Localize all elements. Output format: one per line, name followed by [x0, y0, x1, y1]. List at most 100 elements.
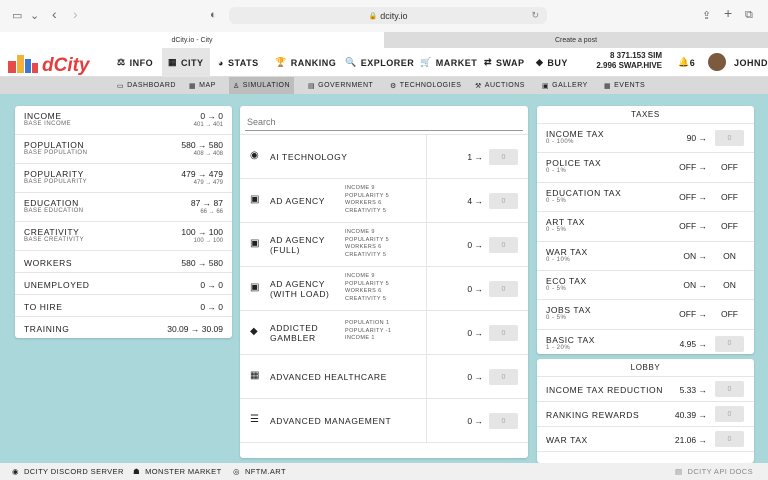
sub-nav: ▭ DASHBOARD ▦ MAP ♙ SIMULATION ▤ GOVERNMENT … — [0, 77, 768, 94]
subnav-government[interactable]: ▤ GOVERNMENT — [304, 77, 377, 94]
tax-toggle[interactable]: OFF — [715, 159, 744, 175]
tech-row[interactable]: ▣ AD AGENCY (WITH LOAD) INCOME 9 POPULARITY … — [240, 267, 528, 311]
nav-swap[interactable]: ⇄ SWAP — [478, 48, 531, 77]
tax-value: ON → — [683, 250, 707, 261]
subnav-simulation[interactable]: ♙ SIMULATION — [229, 77, 295, 94]
share-icon[interactable]: ⇪ — [702, 9, 711, 22]
notifications[interactable]: 🔔 6 — [672, 48, 701, 77]
tech-row[interactable]: ▦ ADVANCED HEALTHCARE 0 → 0 — [240, 355, 528, 399]
lobby-input[interactable]: 0 — [715, 431, 744, 447]
tech-name-line: AD AGENCY — [270, 196, 325, 206]
stat-row: WORKERS 580 → 580 — [15, 251, 232, 273]
tax-value: OFF → — [679, 162, 707, 173]
subnav-auctions[interactable]: ⚒ AUCTIONS — [471, 77, 529, 94]
nav-label: MARKET — [435, 57, 478, 68]
tech-input[interactable]: 0 — [489, 149, 518, 165]
nav-explorer[interactable]: 🔍 EXPLORER — [339, 48, 420, 77]
tax-input[interactable]: 0 — [715, 335, 744, 352]
tech-row[interactable]: ▣ AD AGENCY INCOME 9 POPULARITY 5 WORKERS 6C… — [240, 179, 528, 223]
tab-active[interactable]: dCity.io - City — [0, 32, 384, 48]
image-icon: ▣ — [542, 82, 550, 90]
stat-value: 0 → 0 — [200, 111, 223, 121]
lobby-list: INCOME TAX REDUCTION 5.33 → 0 RANKING REWAR… — [537, 377, 754, 452]
subnav-technologies[interactable]: ⚙ TECHNOLOGIES — [386, 77, 465, 94]
tech-row[interactable]: ☰ ADVANCED MANAGEMENT 0 → 0 — [240, 399, 528, 443]
shield-icon[interactable]: ◐ — [210, 9, 217, 21]
browser-toolbar: ▭ ⌄ ‹ › ◐ 🔒 dcity.io ↻ ⇪ + ⧉ — [0, 0, 768, 32]
tech-row[interactable]: ▣ AD AGENCY (FULL) INCOME 9 POPULARITY 5 WORK… — [240, 223, 528, 267]
tech-stat: WORKERS 6 — [345, 288, 382, 294]
tech-stat: POPULARITY -1 — [345, 327, 392, 334]
footer-discord[interactable]: ◉ DCITY DISCORD SERVER — [12, 463, 124, 480]
nav-ranking[interactable]: 🏆 RANKING — [269, 48, 342, 77]
tax-toggle[interactable]: OFF — [715, 306, 744, 322]
username[interactable]: JOHNDI — [728, 48, 768, 77]
tech-input[interactable]: 0 — [489, 237, 518, 253]
lobby-input[interactable]: 0 — [715, 406, 744, 422]
nav-label: RANKING — [290, 57, 337, 68]
nav-label: CITY — [181, 57, 204, 68]
search-input[interactable] — [245, 114, 523, 131]
tech-stats: INCOME 9 POPULARITY 5 WORKERS 6 CREATIVITY … — [345, 229, 417, 259]
tax-toggle[interactable]: ON — [715, 248, 744, 264]
back-icon[interactable]: ‹ — [52, 6, 57, 22]
subnav-gallery[interactable]: ▣ GALLERY — [538, 77, 592, 94]
nav-city[interactable]: ▦ CITY — [162, 48, 210, 77]
stat-row: INCOME BASE INCOME 0 → 0 401 → 401 — [15, 106, 232, 135]
nav-label: SWAP — [496, 57, 525, 68]
tax-toggle[interactable]: OFF — [715, 218, 744, 234]
nav-label: BUY — [547, 57, 568, 68]
footer: ◉ DCITY DISCORD SERVER ☗ MONSTER MARKET ◎ N… — [0, 463, 768, 480]
address-bar[interactable]: 🔒 dcity.io ↻ — [229, 7, 547, 24]
nav-market[interactable]: 🛒 MARKET — [414, 48, 483, 77]
reload-icon[interactable]: ↻ — [531, 10, 539, 21]
tech-count: 0 → — [467, 328, 483, 338]
lobby-input[interactable]: 0 — [715, 381, 744, 397]
tech-input[interactable]: 0 — [489, 325, 518, 341]
subnav-map[interactable]: ▦ MAP — [185, 77, 220, 94]
footer-api[interactable]: ▤ DCITY API DOCS — [675, 463, 753, 480]
tax-row: INCOME TAX 0 - 100% 90 → 0 — [537, 124, 754, 154]
tech-row[interactable]: ◆ ADDICTED GAMBLER POPULATION 1 POPULARITY -… — [240, 311, 528, 355]
nav-label: EXPLORER — [360, 57, 415, 68]
tech-input[interactable]: 0 — [489, 369, 518, 385]
lock-icon: 🔒 — [368, 12, 378, 20]
tax-input[interactable]: 0 — [715, 130, 744, 146]
tech-input[interactable]: 0 — [489, 193, 518, 209]
footer-monster[interactable]: ☗ MONSTER MARKET — [133, 463, 222, 480]
tax-row: EDUCATION TAX 0 - 5% OFF → OFF — [537, 183, 754, 213]
ad-icon: ▣ — [250, 194, 260, 205]
tech-row[interactable]: ◉ AI TECHNOLOGY 1 → 0 — [240, 135, 528, 179]
tax-toggle[interactable]: ON — [715, 277, 744, 293]
lobby-row: INCOME TAX REDUCTION 5.33 → 0 — [537, 377, 754, 402]
ad-icon: ▣ — [250, 282, 260, 293]
new-tab-icon[interactable]: + — [724, 5, 732, 21]
dice-icon: ◆ — [250, 326, 258, 337]
tech-stat: INCOME 1 — [345, 335, 375, 341]
footer-label: DCITY DISCORD SERVER — [23, 467, 124, 476]
forward-icon[interactable]: › — [73, 6, 78, 22]
subnav-dashboard[interactable]: ▭ DASHBOARD — [113, 77, 180, 94]
list-icon: ☰ — [250, 414, 259, 425]
tab-other[interactable]: Create a post — [384, 32, 768, 48]
chevron-down-icon[interactable]: ⌄ — [30, 9, 39, 22]
tech-input[interactable]: 0 — [489, 281, 518, 297]
nav-info[interactable]: ⚖ INFO — [111, 48, 159, 77]
subnav-label: DASHBOARD — [127, 82, 176, 89]
divider — [426, 355, 427, 399]
tech-input[interactable]: 0 — [489, 413, 518, 429]
nav-buy[interactable]: ◆ BUY — [530, 48, 574, 77]
nav-stats[interactable]: ◕ STATS — [212, 48, 265, 77]
tab-strip: dCity.io - City Create a post — [0, 32, 768, 48]
footer-nftm[interactable]: ◎ NFTM.ART — [233, 463, 286, 480]
dcity-logo[interactable]: dCity — [6, 51, 109, 75]
tech-stats: INCOME 9 POPULARITY 5 WORKERS 6 CREATIVITY … — [345, 273, 417, 303]
tabs-icon[interactable]: ⧉ — [745, 9, 753, 22]
sidebar-icon[interactable]: ▭ — [12, 9, 22, 22]
subnav-events[interactable]: ▦ EVENTS — [600, 77, 649, 94]
brain-icon: ◉ — [250, 150, 259, 161]
stat-value: 87 → 87 — [190, 198, 223, 208]
avatar[interactable] — [708, 53, 726, 71]
tax-toggle[interactable]: OFF — [715, 189, 744, 205]
search-wrap — [240, 106, 528, 135]
